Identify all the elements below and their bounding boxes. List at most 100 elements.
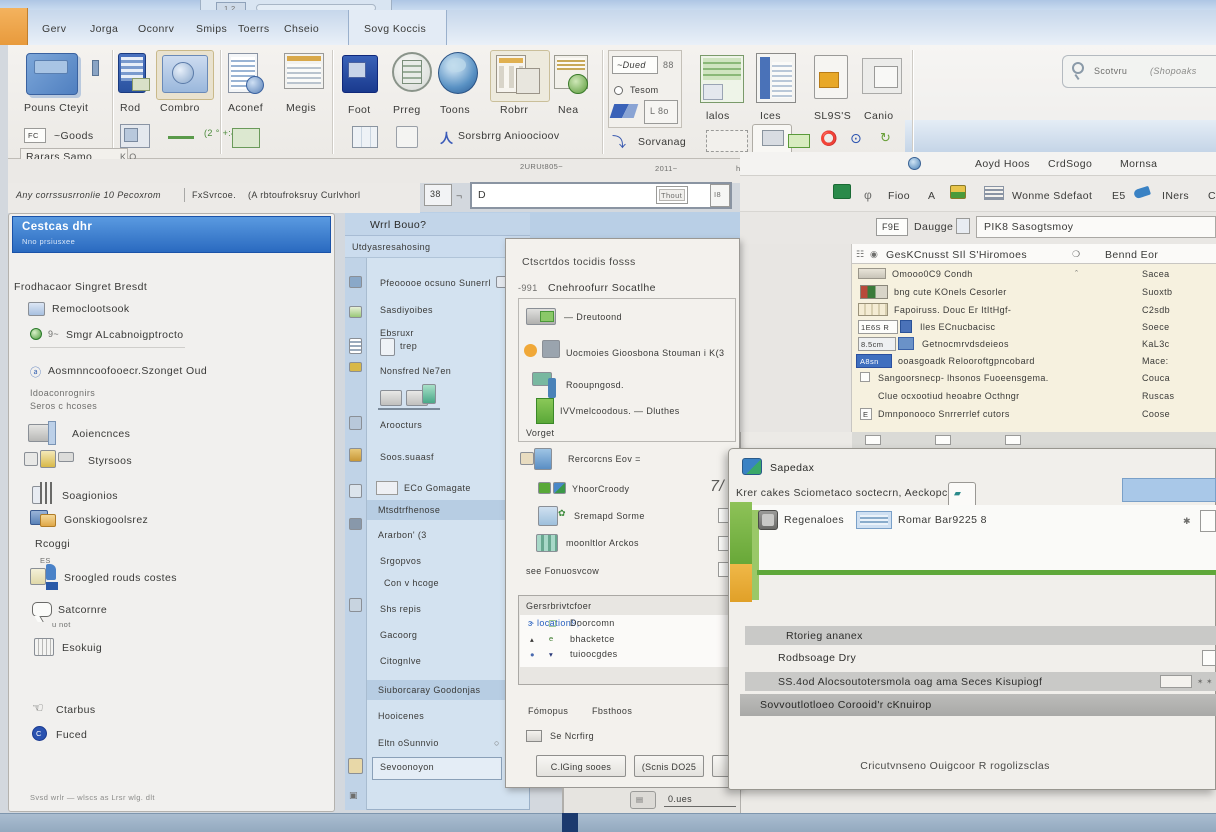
- panel1-item-13[interactable]: Gacoorg: [380, 630, 417, 640]
- row5-name[interactable]: Getnocmrvdsdeieos: [922, 339, 1009, 349]
- panel2-button2[interactable]: (Scnis DO25: [634, 755, 704, 777]
- left-item-10[interactable]: Sroogled rouds costes: [64, 572, 177, 584]
- panel2-checkbox[interactable]: [526, 730, 542, 742]
- tab-oconrv[interactable]: Oconrv: [138, 23, 174, 35]
- app-logo[interactable]: [0, 8, 28, 45]
- bottom-bar-dark-segment[interactable]: [562, 813, 578, 832]
- dialog-tab-box[interactable]: [948, 482, 976, 506]
- tab-toerrs[interactable]: Toerrs: [238, 23, 270, 35]
- left-item-5[interactable]: Styrsoos: [88, 455, 132, 467]
- sless-label[interactable]: SL9S'S: [814, 110, 851, 122]
- record-icon[interactable]: ◉: [870, 249, 878, 260]
- panel1-item-4[interactable]: Nonsfred Ne7en: [380, 366, 451, 376]
- goods-label[interactable]: ~Goods: [54, 130, 93, 142]
- footer-box3[interactable]: [1005, 435, 1021, 445]
- toons-label[interactable]: Toons: [440, 104, 470, 116]
- panel1-item-6[interactable]: Soos.suaasf: [380, 452, 434, 462]
- row9-right[interactable]: Coose: [1142, 409, 1170, 419]
- left-item-2[interactable]: Aosmnncoofooecr.Szonget Oud: [48, 365, 207, 377]
- panel1-item-11[interactable]: Con v hcoge: [384, 578, 439, 588]
- panel2-mid-item-4[interactable]: see Fonuosvcow: [526, 566, 599, 576]
- panel2-mid-item-2[interactable]: Sremapd Sorme: [574, 511, 645, 521]
- panel1-item-2[interactable]: Ebsruxr: [380, 328, 414, 338]
- strip-icon-2[interactable]: [349, 306, 362, 318]
- rod-label[interactable]: Rod: [120, 102, 140, 114]
- row1-right[interactable]: Sacea: [1142, 269, 1170, 279]
- row4-right[interactable]: Soece: [1142, 322, 1170, 332]
- toolbar-a[interactable]: A: [928, 190, 935, 202]
- strip-icon-10[interactable]: [348, 758, 363, 774]
- left-item-1[interactable]: Smgr ALcabnoigptrocto: [66, 329, 184, 341]
- strip-icon-7[interactable]: [349, 484, 362, 498]
- row3-name[interactable]: Fapoiruss. Douc Er ItItHgf-: [894, 305, 1011, 315]
- panel2-box-item-4[interactable]: Vorget: [526, 428, 554, 438]
- row5-right[interactable]: KaL3c: [1142, 339, 1170, 349]
- row6-right[interactable]: Mace:: [1142, 356, 1169, 366]
- panel1-item-15[interactable]: Siuborcaray Goodonjas: [378, 685, 480, 695]
- panel2-listbox-item-2[interactable]: tuioocgdes: [570, 649, 618, 659]
- left-item-14[interactable]: Fuced: [56, 729, 87, 741]
- row7-right[interactable]: Couca: [1142, 373, 1170, 383]
- dialog-row3-btn[interactable]: [1160, 675, 1192, 688]
- row2-right[interactable]: Suoxtb: [1142, 287, 1172, 297]
- row9-name[interactable]: Dmnponooco Snrrerrlef cutors: [878, 409, 1010, 419]
- dialog-blue-field[interactable]: [1122, 478, 1216, 502]
- dialog-row2-box[interactable]: [1202, 650, 1216, 666]
- menu-aoyd-hoos[interactable]: Aoyd Hoos: [975, 158, 1030, 170]
- prreg-label[interactable]: Prreg: [393, 104, 421, 116]
- tesom-radio[interactable]: [614, 86, 623, 95]
- left-item-6[interactable]: Soagionios: [62, 490, 118, 502]
- row6-name[interactable]: ooasgoadk Relooroftgpncobard: [898, 356, 1035, 366]
- row4-name[interactable]: Iles ECnucbacisc: [920, 322, 995, 332]
- refresh-icon[interactable]: ↻: [880, 130, 891, 146]
- canio-label[interactable]: Canio: [864, 110, 893, 122]
- left-item-11[interactable]: Satcornre: [58, 604, 107, 616]
- panel1-item-10[interactable]: Srgopvos: [380, 556, 421, 566]
- sorting-label[interactable]: Sorsbrrg Anioocioov: [458, 130, 560, 142]
- row7-checkbox[interactable]: [860, 372, 870, 382]
- panel2-line1[interactable]: Cnehroofurr Socatlhe: [548, 282, 656, 294]
- left-item-8[interactable]: Rcoggi: [35, 538, 70, 550]
- footer-box1[interactable]: [865, 435, 881, 445]
- strip-icon-3[interactable]: [349, 338, 362, 354]
- phi-icon[interactable]: φ: [864, 188, 872, 202]
- green-slide-icon[interactable]: [788, 134, 810, 148]
- left-item-4[interactable]: Aoiencnces: [72, 428, 130, 440]
- foot-label[interactable]: Foot: [348, 104, 371, 116]
- panel2-button1[interactable]: C.lGing sooes: [536, 755, 626, 777]
- row8-right[interactable]: Ruscas: [1142, 391, 1174, 401]
- toolbar-fioo[interactable]: Fioo: [888, 190, 910, 202]
- panel1-item-12[interactable]: Shs repis: [380, 604, 421, 614]
- panel1-item-0[interactable]: Pfeooooe ocsuno Sunerrl: [380, 278, 491, 288]
- left-item-7[interactable]: Gonskiogoolsrez: [64, 514, 148, 526]
- left-item-12[interactable]: Esokuig: [62, 642, 102, 654]
- panel2-mid-item-0[interactable]: Rercorcns Eov =: [568, 454, 641, 464]
- strip-icon-4[interactable]: [349, 362, 362, 372]
- toolbar-c[interactable]: C: [1208, 190, 1216, 202]
- footer-box2[interactable]: [935, 435, 951, 445]
- panel2-box-item-2[interactable]: Rooupngosd.: [566, 380, 624, 390]
- row8-name[interactable]: Clue ocxootiud heoabre Octhngr: [878, 391, 1020, 401]
- excel-badge-icon[interactable]: [833, 184, 851, 199]
- row7-name[interactable]: Sangoorsnecp- lhsonos Fuoeensgema.: [878, 373, 1049, 383]
- panel1-item-7[interactable]: ECo Gomagate: [404, 483, 471, 493]
- strip-icon-6[interactable]: [349, 448, 362, 462]
- panel2-mid-item-1[interactable]: YhoorCroody: [572, 484, 629, 494]
- left-item-3[interactable]: Idoaconrognirs: [30, 388, 95, 398]
- clock-icon[interactable]: ⭕: [820, 130, 838, 147]
- strip-icon-9[interactable]: [349, 598, 362, 612]
- table-small-icon[interactable]: [352, 126, 378, 148]
- debug-btn2-label[interactable]: Daugge: [914, 221, 953, 233]
- aconef-label[interactable]: Aconef: [228, 102, 263, 114]
- panel1-item-17[interactable]: Eltn oSunnvio: [378, 738, 439, 748]
- left-item-0[interactable]: Remoclootsook: [52, 303, 130, 315]
- row3-right[interactable]: C2sdb: [1142, 305, 1170, 315]
- globe-menu-icon[interactable]: [908, 157, 921, 170]
- flag-icon[interactable]: [610, 104, 639, 118]
- ices-label[interactable]: Ices: [760, 110, 781, 122]
- panel2-listbox-item-0[interactable]: Doorcomn: [570, 618, 615, 628]
- panel2-mid-item-3[interactable]: moonltlor Arckos: [566, 538, 639, 548]
- lalos-label[interactable]: lalos: [706, 110, 730, 122]
- toolbar-wonme[interactable]: Wonme Sdefaot: [1012, 190, 1092, 202]
- panel2-box-item-1[interactable]: Uocmoies Gioosbona Stouman i K(3: [566, 348, 724, 358]
